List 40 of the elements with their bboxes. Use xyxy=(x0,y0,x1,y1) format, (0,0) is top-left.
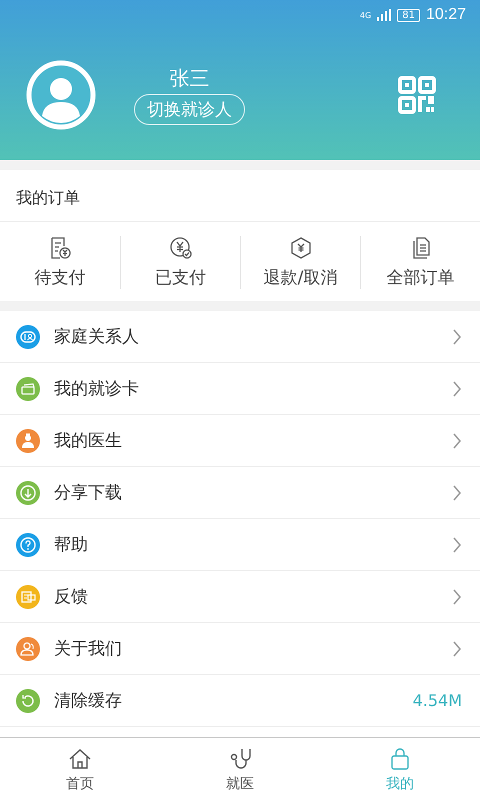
menu-label: 反馈 xyxy=(54,586,89,608)
order-category-button[interactable]: 全部订单 xyxy=(360,236,480,289)
paid-coin-icon xyxy=(168,236,192,260)
menu-item[interactable]: 分享下载 xyxy=(0,467,480,519)
menu-item[interactable]: 我的医生 xyxy=(0,415,480,467)
chevron-right-icon xyxy=(452,484,462,502)
section-title: 我的订单 xyxy=(0,170,480,222)
menu-item[interactable]: 清除缓存 4.54M xyxy=(0,675,480,727)
user-name: 张三 xyxy=(170,65,210,92)
order-category-button[interactable]: 退款/取消 xyxy=(240,236,360,289)
menu-item[interactable]: 反馈 xyxy=(0,571,480,623)
signal-icon xyxy=(377,9,392,21)
chevron-right-icon xyxy=(452,432,462,450)
menu-label: 我的医生 xyxy=(54,430,123,452)
order-category-button[interactable]: 待支付 xyxy=(0,236,120,289)
tab[interactable]: 就医 xyxy=(160,738,320,800)
menu-label: 关于我们 xyxy=(54,638,123,660)
menu-label: 我的就诊卡 xyxy=(54,378,140,400)
battery-level: 81 xyxy=(397,8,420,22)
avatar-icon xyxy=(26,60,96,130)
refund-hexagon-icon xyxy=(288,236,312,260)
menu-item[interactable]: 我的就诊卡 xyxy=(0,363,480,415)
menu-item[interactable]: 帮助 xyxy=(0,519,480,571)
qr-code-icon[interactable] xyxy=(398,76,436,114)
network-label: 4G xyxy=(360,10,372,20)
tab[interactable]: 首页 xyxy=(0,738,160,800)
menu-item[interactable]: 家庭关系人 xyxy=(0,311,480,363)
clock-time: 10:27 xyxy=(426,6,466,24)
chevron-right-icon xyxy=(452,640,462,658)
chevron-right-icon xyxy=(452,328,462,346)
menu-label: 分享下载 xyxy=(54,482,123,504)
order-category-button[interactable]: 已支付 xyxy=(120,236,240,289)
chevron-right-icon xyxy=(452,380,462,398)
chevron-right-icon xyxy=(452,536,462,554)
menu-label: 清除缓存 xyxy=(54,690,123,712)
chevron-right-icon xyxy=(452,588,462,606)
menu-label: 帮助 xyxy=(54,534,89,556)
cache-size: 4.54M xyxy=(412,691,462,710)
menu-item[interactable]: 关于我们 xyxy=(0,623,480,675)
menu-label: 家庭关系人 xyxy=(54,326,140,348)
